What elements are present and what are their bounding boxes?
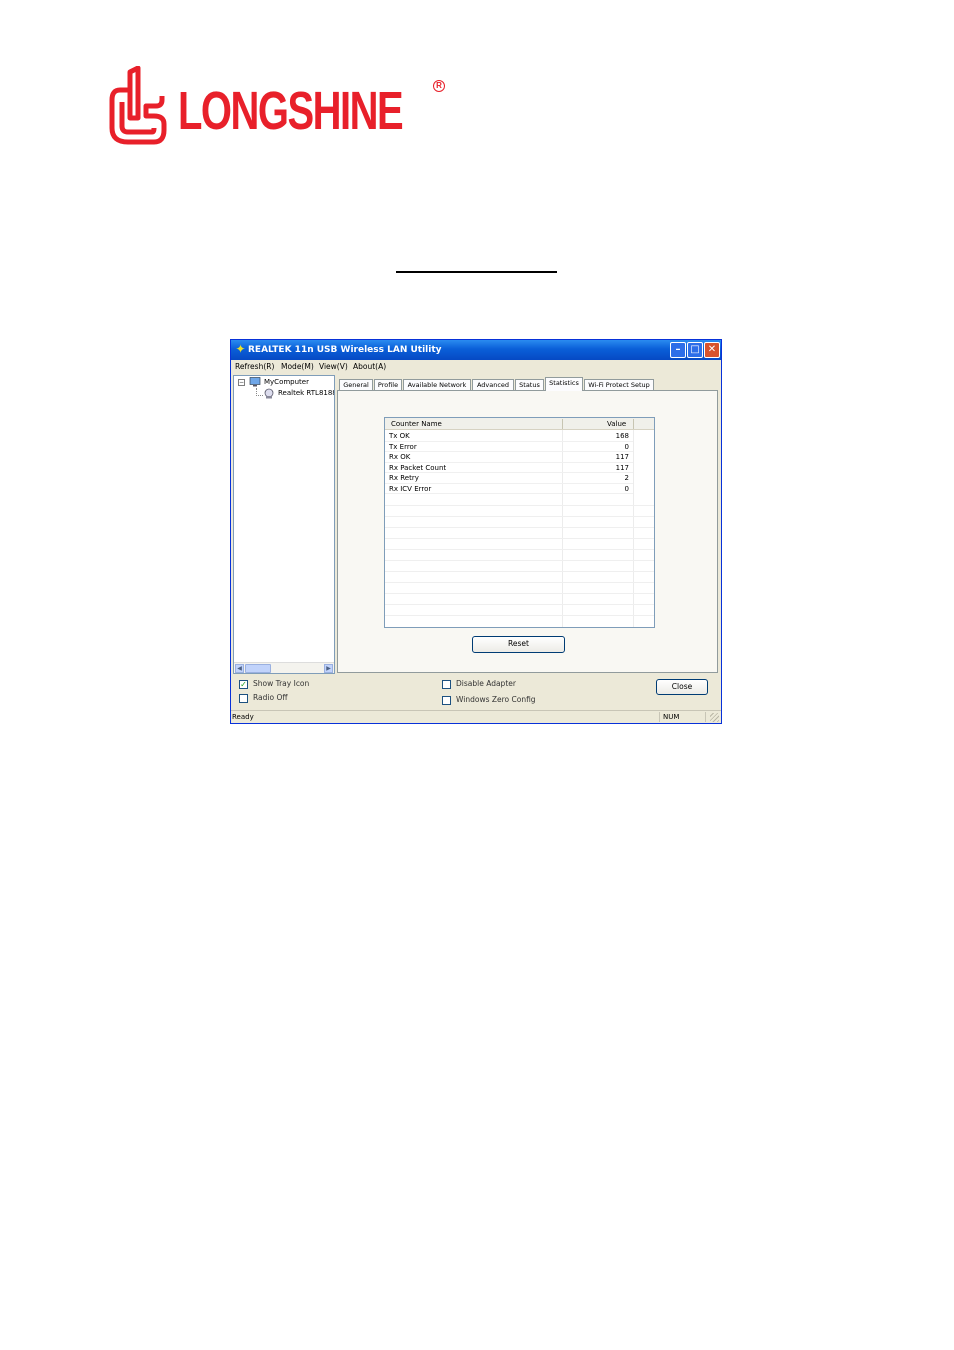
app-icon: ✦ — [235, 342, 246, 356]
tab-general[interactable]: General — [339, 379, 373, 390]
list-header: Counter Name Value — [385, 418, 654, 430]
reset-button[interactable]: Reset — [472, 636, 565, 653]
empty-row-line — [385, 582, 654, 583]
empty-row-line — [385, 516, 654, 517]
scroll-thumb[interactable] — [245, 664, 271, 673]
empty-row-line — [385, 571, 654, 572]
table-row[interactable]: Rx Packet Count 117 — [385, 463, 633, 473]
tab-advanced[interactable]: Advanced — [472, 379, 514, 390]
counter-value: 117 — [615, 453, 629, 461]
maximize-button[interactable]: □ — [687, 342, 703, 358]
table-row[interactable]: Rx OK 117 — [385, 452, 633, 463]
adapter-tree: − MyComputer Realtek RTL8188 ◀ ▶ — [233, 375, 335, 674]
computer-icon — [249, 377, 261, 387]
menu-bar: Refresh(R) Mode(M) View(V) About(A) — [231, 360, 721, 374]
menu-mode[interactable]: Mode(M) — [281, 361, 314, 373]
tree-horizontal-scrollbar[interactable]: ◀ ▶ — [234, 662, 334, 673]
scroll-right-icon[interactable]: ▶ — [324, 664, 333, 673]
empty-row-line — [385, 604, 654, 605]
empty-row-line — [385, 505, 654, 506]
longshine-wordmark: LONGSHINE — [178, 81, 404, 141]
counter-value: 117 — [615, 463, 629, 472]
statistics-panel: Counter Name Value Tx OK 168 Tx Error 0 … — [337, 390, 718, 673]
title-bar[interactable]: ✦ REALTEK 11n USB Wireless LAN Utility –… — [231, 340, 721, 360]
minimize-button[interactable]: – — [670, 342, 686, 358]
header-value[interactable]: Value — [607, 418, 626, 430]
registered-mark: R — [433, 80, 445, 92]
tab-strip: General Profile Available Network Advanc… — [339, 377, 719, 391]
header-divider — [562, 419, 563, 429]
counter-value: 0 — [624, 484, 629, 493]
table-row[interactable]: Tx Error 0 — [385, 442, 633, 452]
empty-row-line — [385, 615, 654, 616]
table-row[interactable]: Tx OK 168 — [385, 431, 633, 442]
close-button[interactable]: Close — [656, 679, 708, 695]
counter-name: Rx OK — [389, 453, 411, 461]
status-divider — [659, 712, 660, 722]
window-title: REALTEK 11n USB Wireless LAN Utility — [248, 345, 442, 355]
counter-name: Tx OK — [389, 432, 410, 440]
header-counter-name[interactable]: Counter Name — [391, 418, 442, 430]
tab-available-network[interactable]: Available Network — [403, 379, 471, 390]
counter-name: Tx Error — [389, 442, 417, 451]
tab-wifi-protect-setup[interactable]: Wi-Fi Protect Setup — [584, 379, 654, 390]
show-tray-icon-label: Show Tray Icon — [253, 679, 310, 688]
status-bar: Ready NUM — [231, 710, 721, 723]
tab-profile[interactable]: Profile — [374, 379, 402, 390]
empty-row-line — [385, 593, 654, 594]
counter-value: 2 — [624, 474, 629, 482]
collapse-icon[interactable]: − — [238, 379, 245, 386]
table-row[interactable]: Rx Retry 2 — [385, 473, 633, 484]
windows-zero-config-checkbox[interactable] — [442, 696, 451, 705]
empty-row-line — [385, 527, 654, 528]
longshine-emblem-icon — [109, 66, 167, 145]
statistics-list[interactable]: Counter Name Value Tx OK 168 Tx Error 0 … — [384, 417, 655, 628]
column-line — [633, 430, 634, 627]
disable-adapter-checkbox[interactable] — [442, 680, 451, 689]
heading-underline — [396, 271, 557, 273]
empty-row-line — [385, 560, 654, 561]
header-divider — [633, 419, 634, 429]
menu-about[interactable]: About(A) — [353, 361, 386, 373]
menu-view[interactable]: View(V) — [319, 361, 348, 373]
radio-off-label: Radio Off — [253, 693, 288, 702]
show-tray-icon-checkbox[interactable]: ✓ — [239, 680, 248, 689]
status-divider — [705, 712, 706, 722]
close-window-button[interactable]: ✕ — [704, 342, 720, 358]
radio-off-checkbox[interactable] — [239, 694, 248, 703]
disable-adapter-label: Disable Adapter — [456, 679, 516, 688]
tree-item-mycomputer[interactable]: MyComputer — [264, 377, 309, 387]
empty-row-line — [385, 538, 654, 539]
counter-value: 0 — [624, 442, 629, 451]
counter-name: Rx Packet Count — [389, 463, 447, 472]
tree-item-realtek[interactable]: Realtek RTL8188 — [278, 388, 334, 398]
longshine-logo: LONGSHINE R — [108, 66, 453, 148]
tab-statistics[interactable]: Statistics — [545, 377, 583, 391]
scroll-left-icon[interactable]: ◀ — [235, 664, 244, 673]
menu-refresh[interactable]: Refresh(R) — [235, 361, 274, 373]
realtek-utility-window: ✦ REALTEK 11n USB Wireless LAN Utility –… — [230, 339, 722, 724]
tree-connector-h — [256, 395, 263, 396]
empty-row-line — [385, 549, 654, 550]
counter-name: Rx Retry — [389, 474, 419, 482]
counter-name: Rx ICV Error — [389, 484, 432, 493]
table-row[interactable]: Rx ICV Error 0 — [385, 484, 633, 494]
status-num-lock: NUM — [663, 713, 680, 721]
tab-status[interactable]: Status — [515, 379, 544, 390]
windows-zero-config-label: Windows Zero Config — [456, 695, 536, 704]
counter-value: 168 — [615, 432, 629, 440]
status-text: Ready — [232, 713, 254, 721]
network-adapter-icon — [264, 388, 274, 399]
resize-grip-icon[interactable] — [710, 713, 719, 722]
